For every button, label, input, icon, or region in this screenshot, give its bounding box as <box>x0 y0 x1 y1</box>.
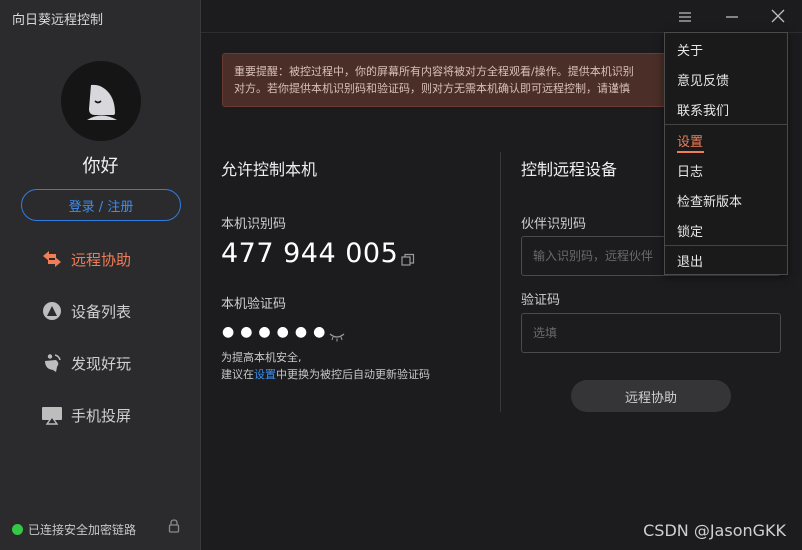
remote-assist-icon <box>40 247 64 271</box>
verify-code-label: 本机验证码 <box>221 297 287 312</box>
connection-status-text: 已连接安全加密链路 <box>28 523 137 537</box>
app-title: 向日葵远程控制 <box>12 13 104 28</box>
user-avatar-icon <box>87 84 117 120</box>
sidebar-item-label: 远程协助 <box>71 250 132 269</box>
settings-link[interactable]: 设置 <box>254 368 276 381</box>
menu-button[interactable] <box>675 7 695 27</box>
security-hint: 为提高本机安全, 建议在设置中更换为被控后自动更新验证码 <box>221 349 430 383</box>
sidebar-item-label: 发现好玩 <box>71 354 132 373</box>
title-bar <box>201 0 802 33</box>
menu-item-settings[interactable]: 设置 <box>665 125 787 155</box>
hide-password-icon[interactable] <box>329 327 345 346</box>
menu-item-feedback[interactable]: 意见反馈 <box>665 64 787 94</box>
notice-line: 重要提醒：被控过程中，你的屏幕所有内容将被对方全程观看/操作。提供本机识别 <box>234 65 634 78</box>
hint-line: 为提高本机安全, <box>221 351 302 364</box>
remote-assist-button[interactable]: 远程协助 <box>571 380 731 412</box>
menu-item-label: 设置 <box>677 134 704 150</box>
hint-line: 建议在设置中更换为被控后自动更新验证码 <box>221 366 430 383</box>
main-dropdown-menu: 关于 意见反馈 联系我们 设置 日志 检查新版本 锁定 退出 <box>664 32 788 275</box>
verify-code-value: ●●●●●● <box>222 324 332 340</box>
connection-status: 已连接安全加密链路 <box>12 521 136 538</box>
hint-text: 中更换为被控后自动更新验证码 <box>276 368 430 381</box>
sidebar-item-remote-assist[interactable]: 远程协助 <box>40 244 131 274</box>
sidebar-item-device-list[interactable]: 设备列表 <box>40 296 131 326</box>
avatar[interactable] <box>61 61 141 141</box>
local-section-title: 允许控制本机 <box>221 160 318 179</box>
discover-icon <box>40 351 64 375</box>
sidebar-item-label: 设备列表 <box>71 302 132 321</box>
sidebar-item-screen-cast[interactable]: 手机投屏 <box>40 400 131 430</box>
minimize-icon <box>725 8 739 27</box>
remote-section-title: 控制远程设备 <box>521 160 618 179</box>
menu-item-exit[interactable]: 退出 <box>665 245 787 275</box>
greeting-text: 你好 <box>82 156 119 177</box>
sidebar-item-label: 手机投屏 <box>71 406 132 425</box>
login-register-button[interactable]: 登录 / 注册 <box>21 189 181 221</box>
menu-item-about[interactable]: 关于 <box>665 34 787 64</box>
sidebar: 向日葵远程控制 你好 登录 / 注册 远程协助 设备列表 发现好玩 手机投屏 已… <box>0 0 201 550</box>
section-divider <box>500 152 501 412</box>
menu-item-contact[interactable]: 联系我们 <box>665 94 787 124</box>
minimize-button[interactable] <box>722 7 742 27</box>
device-id-value: 477 944 005 <box>221 238 399 269</box>
remote-code-label: 验证码 <box>521 293 561 308</box>
security-notice: 重要提醒：被控过程中，你的屏幕所有内容将被对方全程观看/操作。提供本机识别 对方… <box>222 53 682 107</box>
menu-item-lock[interactable]: 锁定 <box>665 215 787 245</box>
close-icon <box>771 8 785 27</box>
online-status-icon <box>12 524 23 535</box>
remote-code-input[interactable] <box>521 313 781 353</box>
active-underline <box>677 151 704 153</box>
close-button[interactable] <box>768 7 788 27</box>
device-id-label: 本机识别码 <box>221 217 287 232</box>
menu-item-check-update[interactable]: 检查新版本 <box>665 185 787 215</box>
watermark-text: CSDN @JasonGKK <box>643 521 786 540</box>
hint-text: 建议在 <box>221 368 254 381</box>
lock-icon[interactable] <box>168 518 180 537</box>
hamburger-menu-icon <box>678 8 692 27</box>
screen-cast-icon <box>40 403 64 427</box>
device-list-icon <box>40 299 64 323</box>
partner-id-label: 伙伴识别码 <box>521 217 587 232</box>
sidebar-item-discover[interactable]: 发现好玩 <box>40 348 131 378</box>
copy-icon[interactable] <box>401 252 415 271</box>
menu-item-log[interactable]: 日志 <box>665 155 787 185</box>
notice-line: 对方。若你提供本机识别码和验证码，则对方无需本机确认即可远程控制，请谨慎 <box>234 82 630 95</box>
